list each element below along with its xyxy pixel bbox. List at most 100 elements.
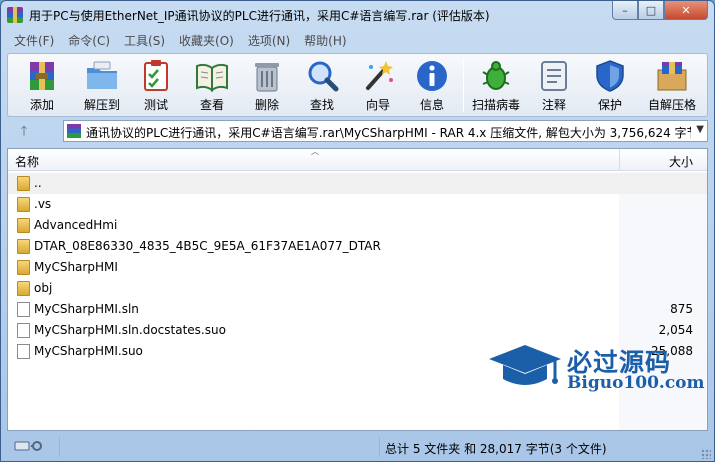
info-icon: [417, 61, 447, 91]
list-item[interactable]: MyCSharpHMI.sln 875: [8, 299, 707, 320]
file-name: DTAR_08E86330_4835_4B5C_9E5A_61F37AE1A07…: [34, 239, 381, 253]
extract-to-button[interactable]: 解压到: [75, 56, 129, 114]
find-label: 查找: [309, 98, 334, 112]
add-button[interactable]: 添加: [15, 56, 69, 114]
add-archive-icon: [30, 62, 54, 90]
list-header: 名称 ︿ 大小: [8, 149, 707, 171]
watermark: 必过源码 Biguo100.com: [485, 337, 705, 403]
up-arrow-icon[interactable]: 🡑: [15, 122, 33, 140]
file-name: AdvancedHmi: [34, 218, 118, 232]
view-label: 查看: [199, 98, 224, 112]
wizard-label: 向导: [365, 98, 390, 112]
file-name: MyCSharpHMI.sln: [34, 302, 139, 316]
winrar-app-icon[interactable]: [7, 7, 23, 23]
list-item[interactable]: AdvancedHmi: [8, 215, 619, 236]
watermark-url: Biguo100.com: [567, 373, 705, 393]
shield-icon: [596, 60, 624, 92]
window-title: 用于PC与使用EtherNet_IP通讯协议的PLC进行通讯，采用C#语言编写.…: [29, 9, 490, 23]
file-name: .vs: [34, 197, 52, 211]
test-label: 测试: [143, 98, 168, 112]
list-item[interactable]: obj: [8, 278, 619, 299]
test-checklist-icon: [144, 60, 168, 91]
column-size-header[interactable]: 大小: [669, 153, 693, 170]
folder-icon: [17, 260, 30, 275]
file-size: 875: [670, 302, 693, 316]
file-icon: [17, 302, 30, 317]
sfx-box-icon: [657, 62, 687, 91]
scan-virus-button[interactable]: 扫描病毒: [469, 56, 523, 114]
status-divider: [59, 437, 60, 457]
info-label: 信息: [419, 98, 444, 112]
file-size: 2,054: [658, 323, 693, 337]
find-button[interactable]: 查找: [295, 56, 349, 114]
extract-folder-icon: [87, 61, 117, 89]
file-icon: [17, 344, 30, 359]
winrar-window: 用于PC与使用EtherNet_IP通讯协议的PLC进行通讯，采用C#语言编写.…: [0, 0, 715, 462]
menu-help[interactable]: 帮助(H): [297, 32, 353, 49]
folder-icon: [17, 281, 30, 296]
scan-virus-label: 扫描病毒: [471, 98, 520, 112]
file-icon: [17, 323, 30, 338]
drive-key-icon: [14, 441, 42, 451]
file-name: ..: [34, 176, 42, 190]
add-label: 添加: [29, 98, 54, 112]
list-item[interactable]: MyCSharpHMI: [8, 257, 619, 278]
info-button[interactable]: 信息: [405, 56, 459, 114]
virus-scan-icon: [482, 61, 510, 90]
file-name: MyCSharpHMI.sln.docstates.suo: [34, 323, 226, 337]
folder-icon: [17, 197, 30, 212]
extract-to-label: 解压到: [83, 98, 120, 112]
archive-icon: [67, 124, 81, 138]
comment-label: 注释: [541, 98, 566, 112]
toolbar-divider: [463, 58, 464, 112]
comment-button[interactable]: 注释: [527, 56, 581, 114]
sfx-button[interactable]: 自解压格: [641, 56, 703, 114]
graduation-cap-icon: [489, 345, 561, 385]
comment-icon: [541, 61, 567, 91]
file-name: MyCSharpHMI.suo: [34, 344, 143, 358]
menu-tools[interactable]: 工具(S): [117, 32, 172, 49]
sfx-label: 自解压格: [647, 98, 696, 112]
folder-icon: [17, 176, 30, 191]
list-item-parent[interactable]: ..: [8, 173, 707, 194]
resize-grip-icon[interactable]: [701, 449, 711, 459]
address-path: 通讯协议的PLC进行通讯，采用C#语言编写.rar\MyCSharpHMI - …: [86, 126, 691, 140]
sort-ascending-icon: ︿: [311, 148, 319, 156]
title-bar[interactable]: 用于PC与使用EtherNet_IP通讯协议的PLC进行通讯，采用C#语言编写.…: [1, 1, 714, 29]
wizard-wand-icon: [366, 61, 393, 90]
address-row: 🡑 通讯协议的PLC进行通讯，采用C#语言编写.rar\MyCSharpHMI …: [7, 119, 708, 143]
protect-button[interactable]: 保护: [583, 56, 637, 114]
status-summary: 总计 5 文件夹 和 28,017 字节(3 个文件): [385, 442, 607, 456]
test-button[interactable]: 测试: [129, 56, 183, 114]
view-button[interactable]: 查看: [185, 56, 239, 114]
file-name: obj: [34, 281, 53, 295]
delete-label: 删除: [254, 98, 279, 112]
protect-label: 保护: [597, 98, 622, 112]
window-controls: – □ ✕: [612, 1, 708, 20]
dropdown-arrow-icon[interactable]: ▼: [696, 124, 704, 135]
view-book-icon: [196, 63, 228, 92]
minimize-button[interactable]: –: [612, 1, 638, 20]
wizard-button[interactable]: 向导: [351, 56, 405, 114]
menu-commands[interactable]: 命令(C): [61, 32, 117, 49]
status-divider: [379, 437, 380, 457]
toolbar: 添加 解压到 测试 查看 删除 查找 向导 信息 扫描病毒 注释 保护 自解压格: [7, 53, 708, 117]
status-bar: 总计 5 文件夹 和 28,017 字节(3 个文件): [1, 434, 714, 461]
menu-file[interactable]: 文件(F): [7, 32, 61, 49]
close-button[interactable]: ✕: [664, 1, 708, 20]
list-item[interactable]: DTAR_08E86330_4835_4B5C_9E5A_61F37AE1A07…: [8, 236, 619, 257]
menu-options[interactable]: 选项(N): [241, 32, 297, 49]
trash-icon: [255, 63, 279, 92]
folder-icon: [17, 239, 30, 254]
menu-bar: 文件(F) 命令(C) 工具(S) 收藏夹(O) 选项(N) 帮助(H): [7, 30, 708, 51]
list-item[interactable]: .vs: [8, 194, 619, 215]
magnifier-icon: [308, 61, 339, 92]
delete-button[interactable]: 删除: [240, 56, 294, 114]
column-name-header[interactable]: 名称: [15, 153, 39, 170]
folder-icon: [17, 218, 30, 233]
maximize-button[interactable]: □: [638, 1, 664, 20]
file-name: MyCSharpHMI: [34, 260, 118, 274]
column-divider[interactable]: [619, 149, 620, 171]
address-bar[interactable]: 通讯协议的PLC进行通讯，采用C#语言编写.rar\MyCSharpHMI - …: [63, 120, 708, 142]
menu-favorites[interactable]: 收藏夹(O): [172, 32, 241, 49]
